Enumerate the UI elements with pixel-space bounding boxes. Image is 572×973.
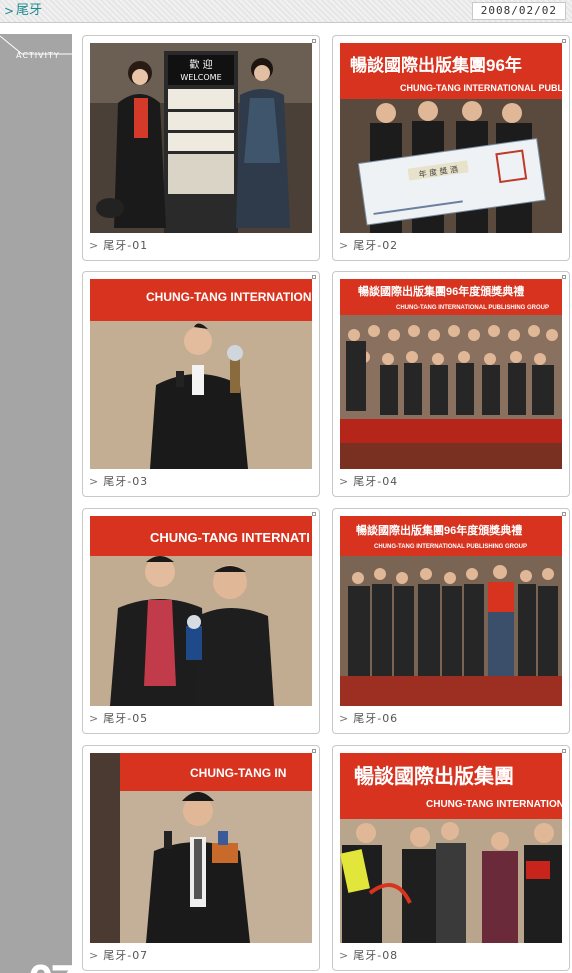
date-badge: 2008/02/02 bbox=[471, 2, 566, 20]
banner-subtitle: CHUNG-TANG IN bbox=[190, 766, 286, 780]
banner-title: 暢談國際出版集團 bbox=[354, 764, 514, 788]
page-title: 尾牙 bbox=[16, 3, 43, 18]
sign-subtitle: WELCOME bbox=[180, 73, 221, 82]
photo-caption: > 尾牙-03 bbox=[89, 475, 149, 488]
photo-card[interactable]: 暢談國際出版集團96年 CHUNG-TANG INTERNATIONAL PUB… bbox=[332, 35, 570, 261]
banner-title: 暢談國際出版集團96年度頒獎典禮 bbox=[358, 284, 524, 298]
photo-thumbnail[interactable]: 歡 迎 WELCOME bbox=[90, 43, 312, 233]
corner-marker-icon bbox=[562, 749, 566, 753]
chevron-right-icon: > bbox=[4, 4, 15, 18]
photo-card[interactable]: 歡 迎 WELCOME > 尾牙-01 bbox=[82, 35, 320, 261]
photo-caption: > 尾牙-06 bbox=[339, 712, 399, 725]
photo-caption: > 尾牙-02 bbox=[339, 239, 399, 252]
photo-card[interactable]: 暢談國際出版集團96年度頒獎典禮 CHUNG-TANG INTERNATIONA… bbox=[332, 271, 570, 497]
corner-marker-icon bbox=[312, 39, 316, 43]
photo-thumbnail[interactable]: CHUNG-TANG IN bbox=[90, 753, 312, 943]
photo-caption: > 尾牙-07 bbox=[89, 949, 149, 962]
photo-thumbnail[interactable]: 暢談國際出版集團96年度頒獎典禮 CHUNG-TANG INTERNATIONA… bbox=[340, 279, 562, 469]
section-label: ACTIVITY bbox=[16, 51, 60, 60]
photo-caption: > 尾牙-01 bbox=[89, 239, 149, 252]
left-sidebar: ACTIVITY 07 bbox=[0, 34, 76, 973]
page-header: > 尾牙 2008/02/02 bbox=[0, 0, 572, 23]
corner-marker-icon bbox=[562, 512, 566, 516]
corner-marker-icon bbox=[562, 39, 566, 43]
photo-thumbnail[interactable]: CHUNG-TANG INTERNATIONAL bbox=[90, 279, 312, 469]
sign-title: 歡 迎 bbox=[189, 58, 212, 71]
banner-title: 暢談國際出版集團96年 bbox=[350, 55, 522, 75]
photo-caption: > 尾牙-04 bbox=[339, 475, 399, 488]
photo-caption: > 尾牙-08 bbox=[339, 949, 399, 962]
banner-title: 暢談國際出版集團96年度頒獎典禮 bbox=[356, 523, 522, 537]
photo-card[interactable]: 暢談國際出版集團 CHUNG-TANG INTERNATIONA > 尾牙-08 bbox=[332, 745, 570, 971]
photo-thumbnail[interactable]: 暢談國際出版集團96年度頒獎典禮 CHUNG-TANG INTERNATIONA… bbox=[340, 516, 562, 706]
photo-thumbnail[interactable]: 暢談國際出版集團96年 CHUNG-TANG INTERNATIONAL PUB… bbox=[340, 43, 562, 233]
banner-subtitle: CHUNG-TANG INTERNATI bbox=[150, 530, 310, 545]
corner-marker-icon bbox=[312, 749, 316, 753]
corner-marker-icon bbox=[312, 275, 316, 279]
photo-thumbnail[interactable]: CHUNG-TANG INTERNATI bbox=[90, 516, 312, 706]
page-number: 07 bbox=[28, 958, 76, 973]
banner-subtitle: CHUNG-TANG INTERNATIONA bbox=[426, 799, 562, 810]
banner-subtitle: CHUNG-TANG INTERNATIONAL PUBLISH bbox=[400, 83, 562, 93]
photo-card[interactable]: CHUNG-TANG IN > 尾牙-07 bbox=[82, 745, 320, 971]
corner-marker-icon bbox=[312, 512, 316, 516]
banner-subtitle: CHUNG-TANG INTERNATIONAL PUBLISHING GROU… bbox=[396, 305, 549, 311]
corner-marker-icon bbox=[562, 275, 566, 279]
photo-card[interactable]: CHUNG-TANG INTERNATIONAL > 尾牙-03 bbox=[82, 271, 320, 497]
photo-caption: > 尾牙-05 bbox=[89, 712, 149, 725]
photo-thumbnail[interactable]: 暢談國際出版集團 CHUNG-TANG INTERNATIONA bbox=[340, 753, 562, 943]
banner-subtitle: CHUNG-TANG INTERNATIONAL PUBLISHING GROU… bbox=[374, 544, 527, 550]
banner-subtitle: CHUNG-TANG INTERNATIONAL bbox=[146, 290, 312, 304]
photo-card[interactable]: 暢談國際出版集團96年度頒獎典禮 CHUNG-TANG INTERNATIONA… bbox=[332, 508, 570, 734]
photo-card[interactable]: CHUNG-TANG INTERNATI > 尾牙-05 bbox=[82, 508, 320, 734]
